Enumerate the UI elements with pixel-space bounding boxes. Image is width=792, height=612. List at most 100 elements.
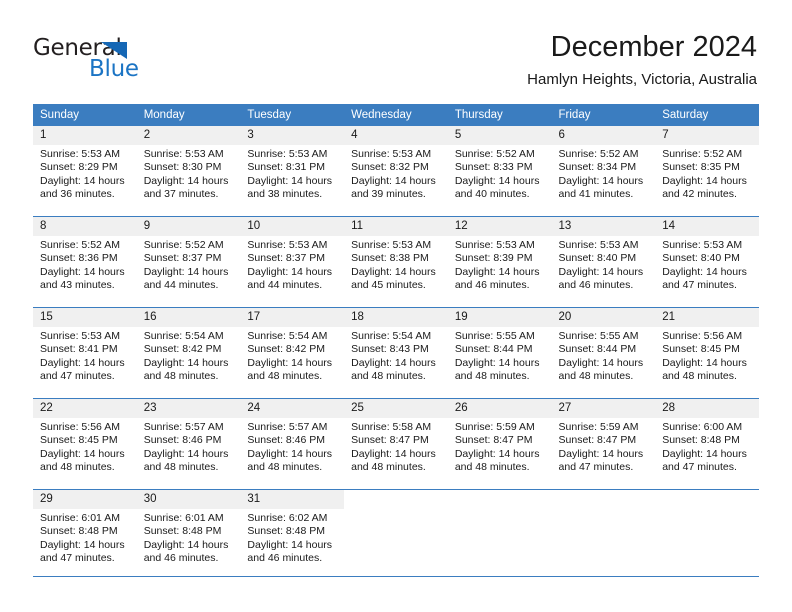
- day-cell[interactable]: 28 Sunrise: 6:00 AM Sunset: 8:48 PM Dayligh…: [655, 399, 759, 489]
- sunset-time: Sunset: 8:42 PM: [143, 343, 222, 356]
- day-number: 5: [447, 126, 552, 145]
- day-details: Sunrise: 5:52 AM Sunset: 8:35 PM Daylight:…: [655, 145, 759, 202]
- sunset-time: Sunset: 8:44 PM: [558, 343, 637, 356]
- daylight-line-2: and 48 minutes.: [454, 461, 530, 474]
- day-details: Sunrise: 5:52 AM Sunset: 8:37 PM Daylight:…: [137, 236, 241, 293]
- day-number: 31: [240, 490, 345, 509]
- calendar-week-row: 1 Sunrise: 5:53 AM Sunset: 8:29 PM Daylight…: [33, 126, 759, 217]
- sunrise-time: Sunrise: 5:57 AM: [247, 421, 328, 433]
- day-cell-empty: [344, 490, 448, 580]
- sunrise-time: Sunrise: 5:57 AM: [143, 421, 224, 433]
- day-cell[interactable]: 30 Sunrise: 6:01 AM Sunset: 8:48 PM Dayligh…: [136, 490, 241, 580]
- sunrise-time: Sunrise: 5:52 AM: [40, 239, 120, 251]
- daylight-line-2: and 47 minutes.: [662, 279, 737, 292]
- day-cell[interactable]: 6 Sunrise: 5:52 AM Sunset: 8:34 PM Daylight…: [551, 126, 656, 216]
- day-cell[interactable]: 13 Sunrise: 5:53 AM Sunset: 8:40 PM Dayligh…: [551, 217, 656, 307]
- day-cell[interactable]: 9 Sunrise: 5:52 AM Sunset: 8:37 PM Daylight…: [136, 217, 241, 307]
- day-number: 6: [551, 126, 656, 145]
- daylight-line-1: Daylight: 14 hours: [40, 538, 125, 551]
- day-cell[interactable]: 11 Sunrise: 5:53 AM Sunset: 8:38 PM Dayligh…: [344, 217, 448, 307]
- day-cell[interactable]: 4 Sunrise: 5:53 AM Sunset: 8:32 PM Daylight…: [344, 126, 448, 216]
- sunset-time: Sunset: 8:48 PM: [40, 525, 118, 538]
- day-cell[interactable]: 10 Sunrise: 5:53 AM Sunset: 8:37 PM Dayligh…: [240, 217, 345, 307]
- day-cell[interactable]: 8 Sunrise: 5:52 AM Sunset: 8:36 PM Daylight…: [33, 217, 137, 307]
- day-number: 19: [447, 308, 552, 327]
- day-cell[interactable]: 27 Sunrise: 5:59 AM Sunset: 8:47 PM Dayligh…: [551, 399, 656, 489]
- sunset-time: Sunset: 8:47 PM: [558, 434, 637, 447]
- daylight-line-1: Daylight: 14 hours: [143, 538, 229, 551]
- day-details: Sunrise: 5:53 AM Sunset: 8:41 PM Daylight:…: [33, 327, 137, 384]
- day-number: 17: [240, 308, 345, 327]
- day-number: 24: [240, 399, 345, 418]
- day-cell[interactable]: 1 Sunrise: 5:53 AM Sunset: 8:29 PM Daylight…: [33, 126, 137, 216]
- day-details: Sunrise: 5:53 AM Sunset: 8:39 PM Daylight:…: [448, 236, 552, 293]
- day-cell[interactable]: 15 Sunrise: 5:53 AM Sunset: 8:41 PM Dayligh…: [33, 308, 137, 398]
- daylight-line-1: Daylight: 14 hours: [558, 356, 644, 369]
- sunset-time: Sunset: 8:36 PM: [40, 252, 118, 265]
- day-cell[interactable]: 20 Sunrise: 5:55 AM Sunset: 8:44 PM Dayligh…: [551, 308, 656, 398]
- day-number: 21: [655, 308, 759, 327]
- brand-logo[interactable]: General Blue: [33, 36, 233, 82]
- day-cell[interactable]: 19 Sunrise: 5:55 AM Sunset: 8:44 PM Dayligh…: [447, 308, 552, 398]
- day-cell[interactable]: 31 Sunrise: 6:02 AM Sunset: 8:48 PM Dayligh…: [240, 490, 345, 580]
- day-number: 4: [344, 126, 448, 145]
- day-details: Sunrise: 6:01 AM Sunset: 8:48 PM Daylight:…: [33, 509, 137, 566]
- sunrise-time: Sunrise: 5:53 AM: [143, 148, 224, 160]
- daylight-line-2: and 48 minutes.: [247, 461, 323, 474]
- daylight-line-2: and 46 minutes.: [454, 279, 530, 292]
- day-details: Sunrise: 5:59 AM Sunset: 8:47 PM Daylight:…: [552, 418, 656, 475]
- day-cell[interactable]: 23 Sunrise: 5:57 AM Sunset: 8:46 PM Dayligh…: [136, 399, 241, 489]
- calendar-week-row: 15 Sunrise: 5:53 AM Sunset: 8:41 PM Dayligh…: [33, 307, 759, 399]
- day-cell[interactable]: 17 Sunrise: 5:54 AM Sunset: 8:42 PM Dayligh…: [240, 308, 345, 398]
- day-details: Sunrise: 5:57 AM Sunset: 8:46 PM Daylight:…: [240, 418, 344, 475]
- calendar-cell: 1 Sunrise: 5:53 AM Sunset: 8:29 PM Daylight…: [33, 126, 137, 217]
- day-cell[interactable]: 12 Sunrise: 5:53 AM Sunset: 8:39 PM Dayligh…: [447, 217, 552, 307]
- sunrise-time: Sunrise: 5:59 AM: [454, 421, 535, 433]
- daylight-line-1: Daylight: 14 hours: [662, 265, 747, 278]
- sunrise-time: Sunrise: 5:53 AM: [662, 239, 743, 251]
- calendar-bottom-border: [33, 576, 759, 577]
- day-cell[interactable]: 16 Sunrise: 5:54 AM Sunset: 8:42 PM Dayligh…: [136, 308, 241, 398]
- calendar-header-row: Sunday Monday Tuesday Wednesday Thursday Frid…: [33, 104, 759, 126]
- day-cell[interactable]: 25 Sunrise: 5:58 AM Sunset: 8:47 PM Dayligh…: [344, 399, 448, 489]
- day-number: [344, 490, 448, 509]
- day-cell[interactable]: 5 Sunrise: 5:52 AM Sunset: 8:33 PM Daylight…: [447, 126, 552, 216]
- day-cell[interactable]: 29 Sunrise: 6:01 AM Sunset: 8:48 PM Dayligh…: [33, 490, 137, 580]
- weekday-header-wednesday: Wednesday: [344, 104, 448, 126]
- day-details: Sunrise: 6:00 AM Sunset: 8:48 PM Daylight:…: [655, 418, 759, 475]
- day-cell[interactable]: 14 Sunrise: 5:53 AM Sunset: 8:40 PM Dayligh…: [655, 217, 759, 307]
- day-cell[interactable]: 18 Sunrise: 5:54 AM Sunset: 8:43 PM Dayligh…: [344, 308, 448, 398]
- calendar-cell: 15 Sunrise: 5:53 AM Sunset: 8:41 PM Dayligh…: [33, 308, 137, 399]
- daylight-line-1: Daylight: 14 hours: [351, 356, 436, 369]
- day-cell[interactable]: 2 Sunrise: 5:53 AM Sunset: 8:30 PM Daylight…: [136, 126, 241, 216]
- calendar-cell: 28 Sunrise: 6:00 AM Sunset: 8:48 PM Dayligh…: [655, 399, 759, 490]
- sunrise-time: Sunrise: 6:02 AM: [247, 512, 328, 524]
- calendar-cell: 22 Sunrise: 5:56 AM Sunset: 8:45 PM Dayligh…: [33, 399, 137, 490]
- day-cell[interactable]: 24 Sunrise: 5:57 AM Sunset: 8:46 PM Dayligh…: [240, 399, 345, 489]
- sunrise-time: Sunrise: 5:59 AM: [558, 421, 639, 433]
- day-details: Sunrise: 5:58 AM Sunset: 8:47 PM Daylight:…: [344, 418, 448, 475]
- sunset-time: Sunset: 8:34 PM: [558, 161, 637, 174]
- sunrise-time: Sunrise: 5:53 AM: [351, 239, 432, 251]
- day-cell[interactable]: 26 Sunrise: 5:59 AM Sunset: 8:47 PM Dayligh…: [447, 399, 552, 489]
- calendar-cell: 14 Sunrise: 5:53 AM Sunset: 8:40 PM Dayligh…: [655, 217, 759, 308]
- calendar-cell: 5 Sunrise: 5:52 AM Sunset: 8:33 PM Daylight…: [447, 126, 552, 217]
- sunset-time: Sunset: 8:31 PM: [247, 161, 326, 174]
- sunrise-time: Sunrise: 5:58 AM: [351, 421, 432, 433]
- day-cell[interactable]: 22 Sunrise: 5:56 AM Sunset: 8:45 PM Dayligh…: [33, 399, 137, 489]
- day-cell[interactable]: 7 Sunrise: 5:52 AM Sunset: 8:35 PM Daylight…: [655, 126, 759, 216]
- daylight-line-1: Daylight: 14 hours: [558, 174, 644, 187]
- weekday-header-monday: Monday: [136, 104, 241, 126]
- day-cell[interactable]: 3 Sunrise: 5:53 AM Sunset: 8:31 PM Daylight…: [240, 126, 345, 216]
- weekday-header-thursday: Thursday: [447, 104, 552, 126]
- sunrise-time: Sunrise: 5:53 AM: [247, 239, 328, 251]
- sunset-time: Sunset: 8:35 PM: [662, 161, 740, 174]
- calendar-cell: [447, 490, 552, 581]
- daylight-line-1: Daylight: 14 hours: [40, 447, 125, 460]
- daylight-line-2: and 48 minutes.: [662, 370, 737, 383]
- calendar-cell: 30 Sunrise: 6:01 AM Sunset: 8:48 PM Dayligh…: [136, 490, 241, 581]
- day-cell[interactable]: 21 Sunrise: 5:56 AM Sunset: 8:45 PM Dayligh…: [655, 308, 759, 398]
- calendar-cell: 18 Sunrise: 5:54 AM Sunset: 8:43 PM Dayligh…: [344, 308, 448, 399]
- calendar-cell: [344, 490, 448, 581]
- calendar-cell: 29 Sunrise: 6:01 AM Sunset: 8:48 PM Dayligh…: [33, 490, 137, 581]
